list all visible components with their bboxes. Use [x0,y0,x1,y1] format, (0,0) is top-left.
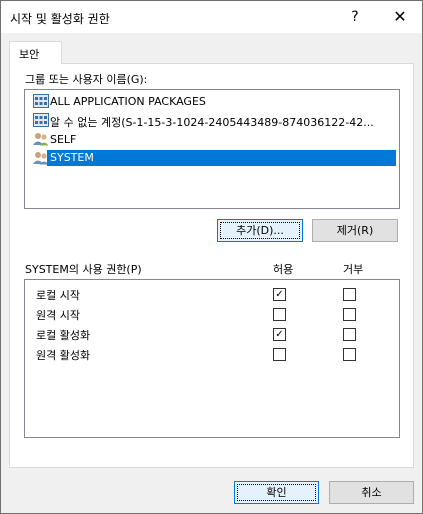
users-icon [33,133,49,146]
permission-row-local-launch: 로컬 시작 ✓ [25,283,399,303]
deny-checkbox[interactable] [343,308,356,321]
list-item-all-application-packages[interactable]: ALL APPLICATION PACKAGES [25,92,397,111]
ok-button[interactable]: 확인 [234,481,319,504]
permission-row-remote-activation: 원격 활성화 [25,343,399,363]
window-title: 시작 및 활성화 권한 [10,12,110,26]
permission-label: 원격 활성화 [36,349,91,362]
group-user-list[interactable]: ALL APPLICATION PACKAGES 알 수 없는 계정(S-1-1… [24,89,400,209]
unknown-account-icon [33,113,49,127]
help-button[interactable]: ? [332,1,378,33]
app-packages-icon [33,94,49,108]
permission-label: 로컬 활성화 [36,329,91,342]
cancel-button[interactable]: 취소 [329,481,414,504]
list-item-label: SYSTEM [47,150,396,166]
list-item-label: 알 수 없는 계정(S-1-15-3-1024-2405443489-87403… [50,116,374,129]
remove-button[interactable]: 제거(R) [312,219,398,242]
permission-label: 로컬 시작 [36,289,80,302]
permission-row-local-activation: 로컬 활성화 ✓ [25,323,399,343]
list-item-unknown-account[interactable]: 알 수 없는 계정(S-1-15-3-1024-2405443489-87403… [25,111,397,130]
deny-checkbox[interactable] [343,328,356,341]
close-button[interactable]: ✕ [378,1,422,33]
deny-column-header: 거부 [343,263,364,276]
group-list-label: 그룹 또는 사용자 이름(G): [25,73,148,86]
deny-checkbox[interactable] [343,288,356,301]
allow-checkbox[interactable]: ✓ [273,328,286,341]
list-item-label: ALL APPLICATION PACKAGES [50,95,206,108]
allow-checkbox[interactable]: ✓ [273,288,286,301]
allow-column-header: 허용 [273,263,294,276]
tab-security[interactable]: 보안 [9,41,62,64]
permissions-label: SYSTEM의 사용 권한(P) [25,263,142,276]
allow-checkbox[interactable] [273,308,286,321]
list-item-label: SELF [50,133,77,146]
permission-label: 원격 시작 [36,309,80,322]
permissions-list: 로컬 시작 ✓ 원격 시작 로컬 활성화 ✓ 원격 활성화 [24,279,400,438]
deny-checkbox[interactable] [343,348,356,361]
tab-security-label: 보안 [19,48,40,61]
permission-row-remote-launch: 원격 시작 [25,303,399,323]
allow-checkbox[interactable] [273,348,286,361]
title-bar: 시작 및 활성화 권한 ? ✕ [1,1,422,33]
list-item-system[interactable]: SYSTEM [25,149,397,168]
list-item-self[interactable]: SELF [25,130,397,149]
add-button[interactable]: 추가(D)... [217,219,303,242]
